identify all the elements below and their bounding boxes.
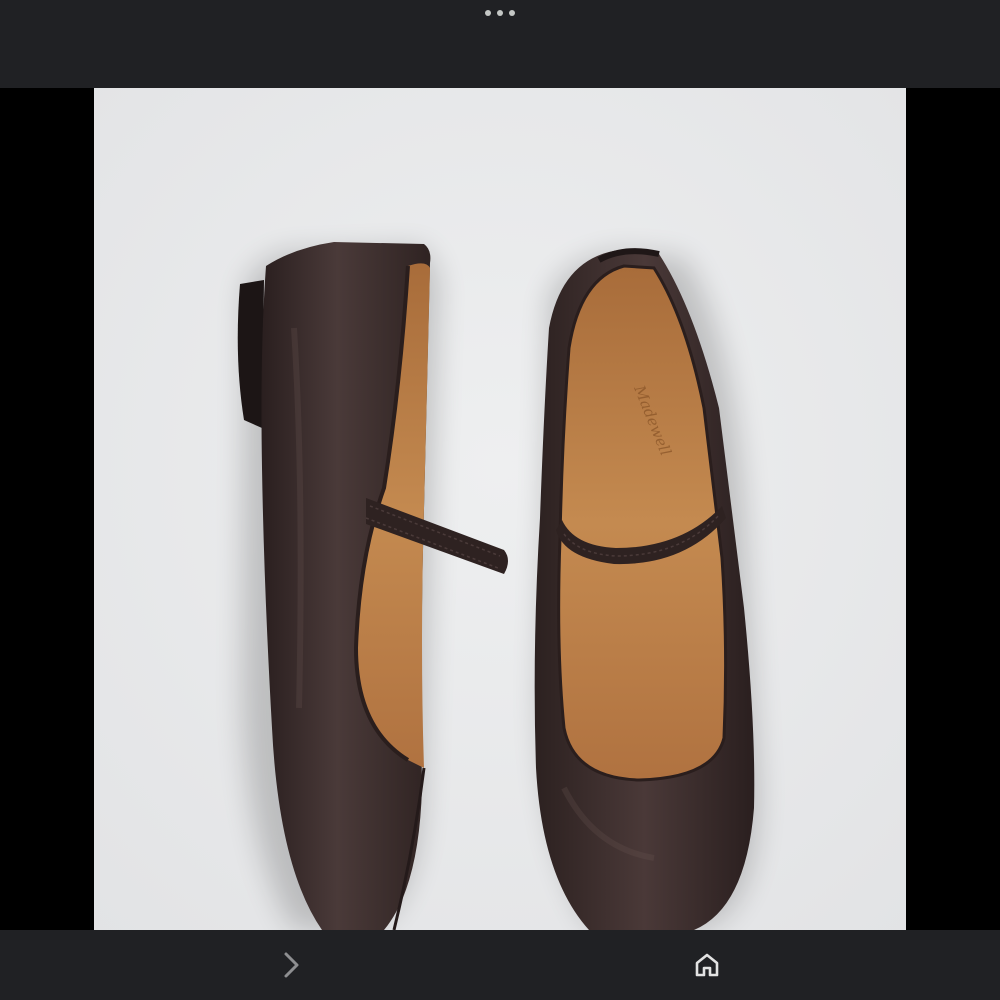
more-options-icon[interactable] xyxy=(485,6,515,20)
forward-button[interactable] xyxy=(270,944,312,986)
bottom-navigation-bar xyxy=(0,930,1000,1000)
dot-icon xyxy=(509,10,515,16)
image-viewer[interactable]: Madewell xyxy=(0,88,1000,930)
mary-jane-flats-image: Madewell xyxy=(94,88,906,930)
product-photo[interactable]: Madewell xyxy=(94,88,906,930)
home-icon xyxy=(695,953,719,977)
top-bar xyxy=(0,0,1000,88)
dot-icon xyxy=(485,10,491,16)
dot-icon xyxy=(497,10,503,16)
home-button[interactable] xyxy=(686,944,728,986)
chevron-right-icon xyxy=(284,952,299,978)
